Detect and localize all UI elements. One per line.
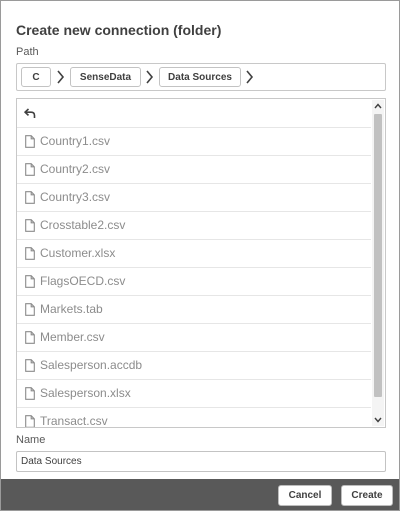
create-button[interactable]: Create bbox=[341, 485, 393, 506]
file-name: Transact.csv bbox=[40, 414, 108, 428]
cancel-button[interactable]: Cancel bbox=[278, 485, 332, 506]
breadcrumb-item-data-sources[interactable]: Data Sources bbox=[159, 67, 241, 87]
file-list: Country1.csv Country2.csv Country3.csv Cros… bbox=[16, 98, 386, 428]
file-icon bbox=[25, 135, 35, 148]
file-name: Country3.csv bbox=[40, 190, 111, 204]
file-name: Salesperson.accdb bbox=[40, 358, 143, 372]
file-list-item[interactable]: Country1.csv bbox=[17, 128, 371, 156]
vertical-scrollbar[interactable] bbox=[372, 100, 384, 426]
file-name: Customer.xlsx bbox=[40, 246, 116, 260]
name-label: Name bbox=[16, 434, 46, 446]
file-name: Member.csv bbox=[40, 330, 105, 344]
back-arrow-icon[interactable] bbox=[24, 108, 36, 119]
create-connection-dialog: Create new connection (folder) Path C Se… bbox=[0, 0, 400, 511]
file-name: Crosstable2.csv bbox=[40, 218, 126, 232]
breadcrumb-item-c[interactable]: C bbox=[21, 67, 51, 87]
chevron-right-icon[interactable] bbox=[246, 70, 254, 84]
file-list-item[interactable]: Country3.csv bbox=[17, 184, 371, 212]
file-list-item[interactable]: Member.csv bbox=[17, 324, 371, 352]
file-list-item[interactable]: Transact.csv bbox=[17, 408, 371, 428]
file-icon bbox=[25, 359, 35, 372]
breadcrumb-item-sensedata[interactable]: SenseData bbox=[70, 67, 141, 87]
file-icon bbox=[25, 275, 35, 288]
dialog-footer: Cancel Create bbox=[1, 479, 399, 510]
file-list-item[interactable]: Markets.tab bbox=[17, 296, 371, 324]
file-name: Country1.csv bbox=[40, 134, 111, 148]
file-name: FlagsOECD.csv bbox=[40, 274, 126, 288]
chevron-right-icon bbox=[146, 70, 154, 84]
file-list-item[interactable]: Crosstable2.csv bbox=[17, 212, 371, 240]
breadcrumb: C SenseData Data Sources bbox=[16, 63, 386, 91]
file-name: Markets.tab bbox=[40, 302, 103, 316]
file-icon bbox=[25, 191, 35, 204]
file-icon bbox=[25, 247, 35, 260]
back-row[interactable] bbox=[17, 101, 371, 128]
file-icon bbox=[25, 415, 35, 427]
chevron-right-icon bbox=[57, 70, 65, 84]
scrollbar-thumb[interactable] bbox=[374, 114, 382, 397]
file-name: Country2.csv bbox=[40, 162, 111, 176]
path-label: Path bbox=[16, 46, 39, 58]
name-input[interactable] bbox=[16, 451, 386, 472]
file-icon bbox=[25, 331, 35, 344]
file-list-item[interactable]: Customer.xlsx bbox=[17, 240, 371, 268]
file-list-item[interactable]: Country2.csv bbox=[17, 156, 371, 184]
file-icon bbox=[25, 303, 35, 316]
file-icon bbox=[25, 219, 35, 232]
file-list-item[interactable]: Salesperson.xlsx bbox=[17, 380, 371, 408]
file-list-item[interactable]: Salesperson.accdb bbox=[17, 352, 371, 380]
scroll-up-arrow-icon[interactable] bbox=[372, 100, 384, 112]
file-name: Salesperson.xlsx bbox=[40, 386, 131, 400]
file-icon bbox=[25, 163, 35, 176]
dialog-title: Create new connection (folder) bbox=[16, 22, 222, 38]
file-icon bbox=[25, 387, 35, 400]
scroll-down-arrow-icon[interactable] bbox=[372, 414, 384, 426]
file-list-item[interactable]: FlagsOECD.csv bbox=[17, 268, 371, 296]
